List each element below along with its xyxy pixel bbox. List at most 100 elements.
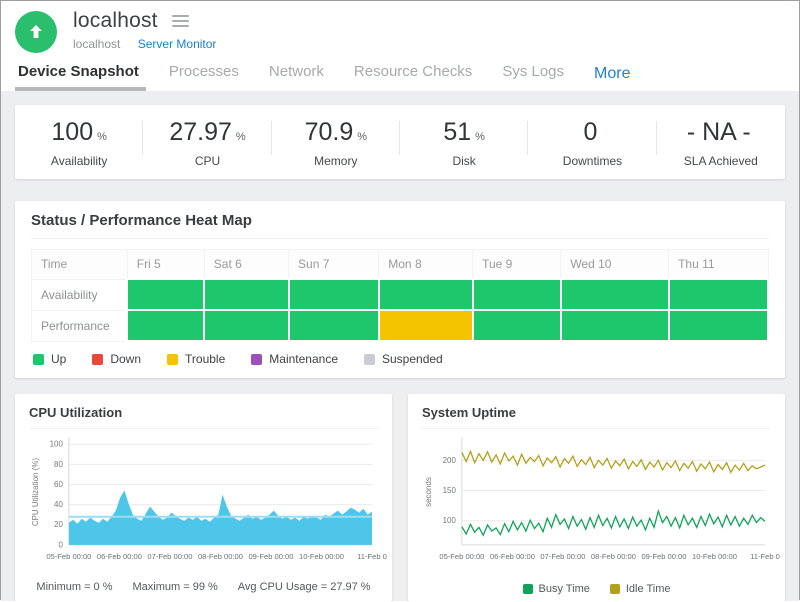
heatmap-cell-availability-tue-9[interactable] [473,279,561,310]
system-uptime-chart: 100150200seconds05-Feb 00:0006-Feb 00:00… [422,431,771,581]
idle-time-swatch-icon [610,584,620,594]
legend-label: Up [51,352,66,366]
cpu-chart-title: CPU Utilization [29,405,378,429]
heatmap-cell-performance-wed-10[interactable] [561,310,669,341]
heatmap-row-availability: Availability [32,279,769,310]
heatmap-cell-performance-fri-5[interactable] [127,310,204,341]
busy-time-swatch-icon [523,584,533,594]
tab-processes[interactable]: Processes [169,63,239,91]
uptime-chart-title: System Uptime [422,405,771,429]
legend-label: Busy Time [539,583,590,595]
legend-label: Trouble [185,352,225,366]
heatmap-legend: UpDownTroubleMaintenanceSuspended [31,352,769,366]
heatmap-row-label: Performance [32,310,128,341]
stat-disk: 51% Disk [400,118,528,168]
legend-label: Maintenance [269,352,338,366]
uptime-legend: Busy Time Idle Time [422,583,771,595]
up-arrow-icon [26,22,46,42]
heatmap-cell-performance-tue-9[interactable] [473,310,561,341]
heatmap-col-mon-8: Mon 8 [379,250,473,280]
cpu-minimum-label: Minimum = 0 % [36,581,112,593]
legend-label: Idle Time [626,583,671,595]
heatmap-col-time: Time [32,250,128,280]
uptime-legend-idle-time: Idle Time [610,583,671,595]
kpi-stats-card: 100% Availability27.97%CPU70.9%Memory 51% D… [15,105,785,179]
heatmap-cell-availability-wed-10[interactable] [561,279,669,310]
svg-text:08-Feb 00:00: 08-Feb 00:00 [198,552,243,561]
svg-text:07-Feb 00:00: 07-Feb 00:00 [147,552,192,561]
heatmap-cell-performance-sat-6[interactable] [204,310,288,341]
svg-text:05-Feb 00:00: 05-Feb 00:00 [46,552,91,561]
svg-text:200: 200 [443,456,457,465]
legend-label: Down [110,352,141,366]
uptime-legend-busy-time: Busy Time [523,583,590,595]
stat-label: CPU [143,154,271,168]
heatmap-cell-performance-mon-8[interactable] [379,310,473,341]
stat-label: Downtimes [528,154,656,168]
breadcrumb: localhost Server Monitor [73,37,799,51]
tab-resource-checks[interactable]: Resource Checks [354,63,472,91]
monitor-status-avatar [15,11,57,53]
page-title: localhost [73,9,158,33]
stat-downtimes: 0Downtimes [528,118,656,168]
legend-item-maintenance: Maintenance [251,352,338,366]
stat-label: Memory [272,154,400,168]
stat-availability: 100% Availability [15,118,143,168]
tab-device-snapshot[interactable]: Device Snapshot [18,63,139,91]
trouble-swatch-icon [167,354,178,365]
svg-text:0: 0 [58,540,63,549]
svg-text:10-Feb 00:00: 10-Feb 00:00 [692,552,737,561]
stat-cpu: 27.97%CPU [143,118,271,168]
svg-text:40: 40 [54,500,63,509]
svg-text:09-Feb 00:00: 09-Feb 00:00 [641,552,686,561]
stat-value: 51 [443,118,471,146]
heatmap-cell-availability-thu-11[interactable] [669,279,768,310]
charts-row: CPU Utilization 020406080100CPU Utilizat… [15,394,785,602]
svg-text:100: 100 [50,440,64,449]
svg-text:09-Feb 00:00: 09-Feb 00:00 [248,552,293,561]
stat-unit: % [97,131,107,143]
up-swatch-icon [33,354,44,365]
heatmap-cell-availability-mon-8[interactable] [379,279,473,310]
tab-bar: Device Snapshot Processes Network Resource … [1,63,799,91]
down-swatch-icon [92,354,103,365]
stat-unit: % [475,131,485,143]
heatmap-title: Status / Performance Heat Map [31,212,769,239]
legend-item-trouble: Trouble [167,352,225,366]
svg-text:100: 100 [443,516,457,525]
page-header: localhost localhost Server Monitor Devic… [1,1,799,91]
heatmap-card: Status / Performance Heat Map TimeFri 5S… [15,201,785,378]
cpu-summary: Minimum = 0 % Maximum = 99 % Avg CPU Usa… [29,581,378,593]
heatmap-row-performance: Performance [32,310,769,341]
stat-value: - NA - [687,118,751,146]
svg-text:CPU Utilization (%): CPU Utilization (%) [31,458,40,527]
heatmap-cell-availability-fri-5[interactable] [127,279,204,310]
hamburger-menu-icon[interactable] [172,15,189,27]
tab-network[interactable]: Network [269,63,324,91]
heatmap-cell-performance-thu-11[interactable] [669,310,768,341]
heatmap-col-fri-5: Fri 5 [127,250,204,280]
stat-label: Disk [400,154,528,168]
svg-text:05-Feb 00:00: 05-Feb 00:00 [439,552,484,561]
stat-memory: 70.9%Memory [272,118,400,168]
stat-value: 27.97 [169,118,232,146]
heatmap-header-row: TimeFri 5Sat 6Sun 7Mon 8Tue 9Wed 10Thu 1… [32,250,769,280]
stat-value: 100 [51,118,93,146]
cpu-utilization-chart: 020406080100CPU Utilization (%)05-Feb 00… [29,431,378,581]
svg-text:20: 20 [54,520,63,529]
cpu-maximum-label: Maximum = 99 % [133,581,218,593]
svg-text:06-Feb 00:00: 06-Feb 00:00 [97,552,142,561]
maintenance-swatch-icon [251,354,262,365]
tab-more[interactable]: More [594,65,630,91]
heatmap-col-wed-10: Wed 10 [561,250,669,280]
heatmap-cell-performance-sun-7[interactable] [289,310,379,341]
heatmap-cell-availability-sun-7[interactable] [289,279,379,310]
legend-item-down: Down [92,352,141,366]
heatmap-cell-availability-sat-6[interactable] [204,279,288,310]
svg-text:10-Feb 00:00: 10-Feb 00:00 [299,552,344,561]
heatmap-row-label: Availability [32,279,128,310]
stat-label: Availability [15,154,143,168]
breadcrumb-category-link[interactable]: Server Monitor [138,37,217,51]
svg-text:80: 80 [54,460,63,469]
tab-sys-logs[interactable]: Sys Logs [502,63,564,91]
